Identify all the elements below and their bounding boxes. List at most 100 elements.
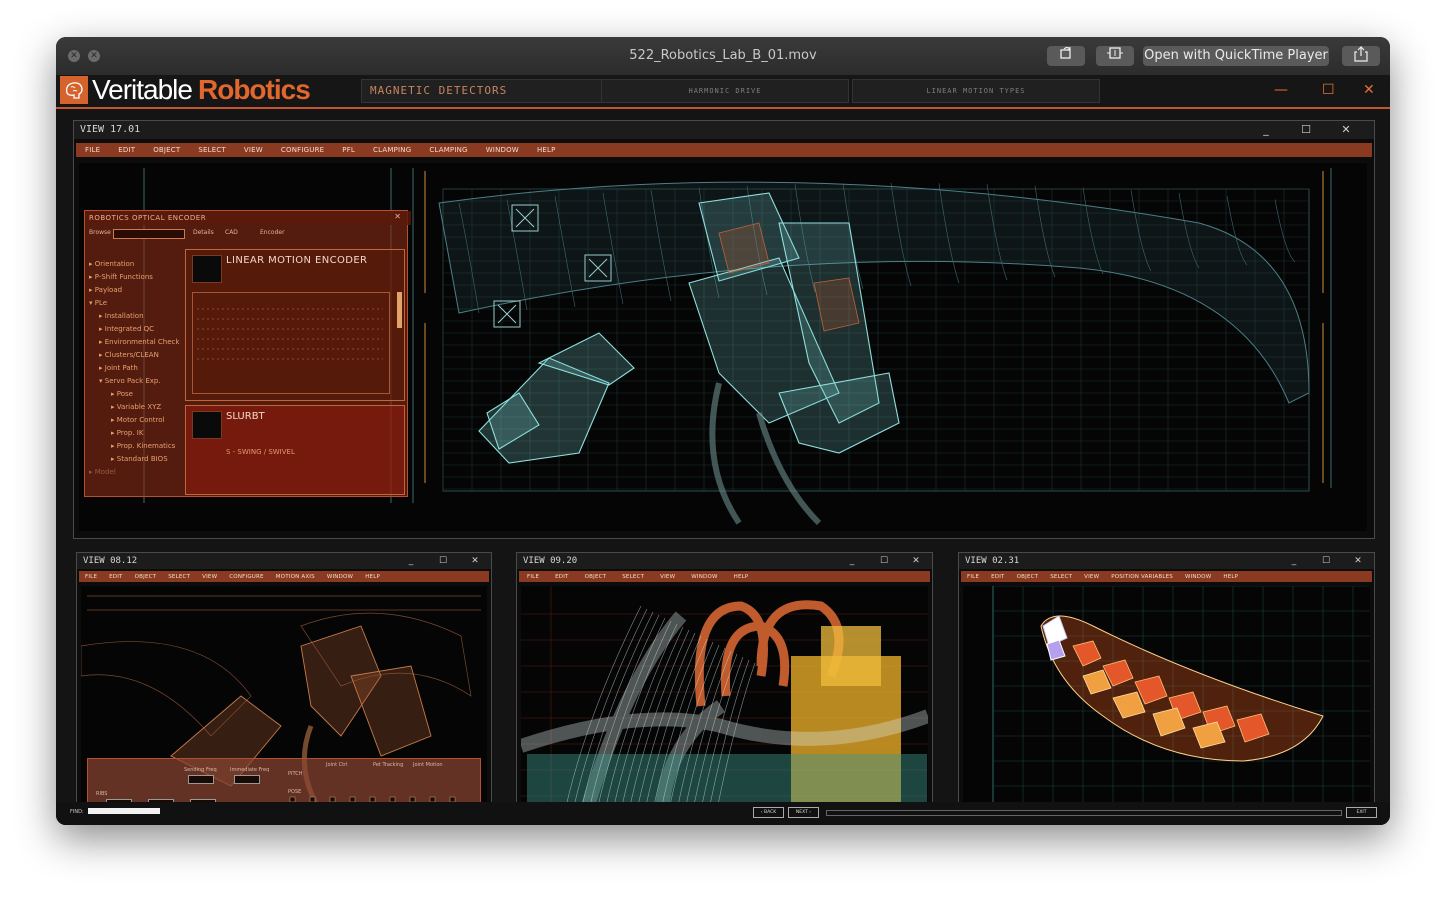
tab-harmonic-drive[interactable]: HARMONIC DRIVE [601,79,849,103]
maximize-icon[interactable]: ☐ [1310,553,1342,569]
menu-object[interactable]: OBJECT [144,146,189,154]
minimize-icon[interactable]: _ [1278,553,1310,569]
view-b-controls: _ ☐ ✕ [836,553,932,569]
menu-edit[interactable]: EDIT [109,146,144,154]
card-thumbnail [192,255,222,283]
menu-window[interactable]: WINDOW [321,574,359,580]
view-c-viewport[interactable] [963,586,1370,825]
main-viewport[interactable]: ROBOTICS OPTICAL ENCODER ✕ Browse Detail… [79,163,1367,531]
menu-view[interactable]: VIEW [235,146,272,154]
menu-select[interactable]: SELECT [189,146,235,154]
menu-configure[interactable]: CONFIGURE [272,146,333,154]
tree-clusters[interactable]: ▸ Clusters/CLEAN [99,351,159,359]
tab-encoder[interactable]: Encoder [260,229,285,236]
share-icon[interactable] [1342,46,1380,66]
menu-select[interactable]: SELECT [614,574,652,580]
app-close-icon[interactable]: ✕ [1363,83,1375,97]
minimize-icon[interactable]: _ [395,553,427,569]
menu-window[interactable]: WINDOW [1179,574,1217,580]
menu-help[interactable]: HELP [1217,574,1244,580]
menu-object[interactable]: OBJECT [577,574,615,580]
tree-variable-xyz[interactable]: ▸ Variable XYZ [111,403,161,411]
tab-details[interactable]: Details [193,229,214,236]
maximize-icon[interactable]: ☐ [868,553,900,569]
tab-cad[interactable]: CAD [225,229,238,236]
menu-window[interactable]: WINDOW [683,574,725,580]
tree-prop-ik[interactable]: ▸ Prop. IK [111,429,143,437]
encoder-close-icon[interactable]: ✕ [394,212,401,221]
menu-view[interactable]: VIEW [652,574,683,580]
next-button[interactable]: NEXT › [788,807,819,818]
tree-label: PLe [94,299,108,307]
browse-input[interactable] [113,229,185,239]
menu-configure[interactable]: CONFIGURE [223,574,269,580]
immediate-freq-input[interactable] [234,775,260,784]
menu-view[interactable]: VIEW [196,574,223,580]
menu-pfl[interactable]: PFL [333,146,364,154]
view-b-viewport[interactable] [521,586,928,825]
menu-position-variables[interactable]: POSITION VARIABLES [1105,574,1179,580]
label-pet-tracking: Pet Tracking [373,762,404,768]
tree-ple[interactable]: ▾ PLe [89,299,107,307]
menu-select[interactable]: SELECT [162,574,196,580]
tab-magnetic-detectors[interactable]: MAGNETIC DETECTORS [361,79,605,103]
rotate-icon[interactable] [1047,46,1085,66]
menu-select[interactable]: SELECT [1044,574,1078,580]
trim-icon[interactable] [1096,46,1134,66]
tree-prop-kinematics[interactable]: ▸ Prop. Kinematics [111,442,175,450]
tube-mesh-line [1274,199,1296,263]
menu-clamping[interactable]: CLAMPING [364,146,420,154]
menu-file[interactable]: FILE [961,574,985,580]
menu-file[interactable]: FILE [79,574,103,580]
minimize-icon[interactable]: _ [836,553,868,569]
tree-motor-control[interactable]: ▸ Motor Control [111,416,165,424]
find-input[interactable] [88,808,160,814]
close-icon[interactable]: ✕ [900,553,932,569]
view-a-viewport[interactable]: Sending Freq Immediate Freq Joint Ctrl P… [81,586,487,825]
menu-edit[interactable]: EDIT [547,574,577,580]
back-button[interactable]: ‹ BACK [753,807,784,818]
timeline-bar[interactable] [826,810,1342,816]
tree-servo-pack[interactable]: ▾ Servo Pack Exp. [99,377,161,385]
menu-clamping-2[interactable]: CLAMPING [420,146,476,154]
brand-word-1: Veritable [92,74,193,105]
tree-pshift[interactable]: ▸ P-Shift Functions [89,273,153,281]
tree-payload[interactable]: ▸ Payload [89,286,122,294]
close-icon[interactable]: ✕ [1326,121,1366,139]
menu-help[interactable]: HELP [359,574,386,580]
tree-model[interactable]: ▸ Model [89,468,116,476]
tree-orientation[interactable]: ▸ Orientation [89,260,134,268]
tree-standard-bios[interactable]: ▸ Standard BIOS [111,455,168,463]
close-icon[interactable]: ✕ [1342,553,1374,569]
open-quicktime-button[interactable]: Open with QuickTime Player [1143,46,1329,66]
menu-object[interactable]: OBJECT [129,574,163,580]
tree-installation[interactable]: ▸ Installation [99,312,144,320]
menu-view[interactable]: VIEW [1078,574,1105,580]
menu-file[interactable]: FILE [76,146,109,154]
view-c-wireframe [992,586,1370,821]
app-minimize-icon[interactable]: — [1274,83,1288,97]
menu-help[interactable]: HELP [726,574,757,580]
tree-joint-path[interactable]: ▸ Joint Path [99,364,138,372]
tree-integrated-qc[interactable]: ▸ Integrated QC [99,325,154,333]
menu-object[interactable]: OBJECT [1011,574,1045,580]
menu-file[interactable]: FILE [519,574,547,580]
tab-linear-motion[interactable]: LINEAR MOTION TYPES [852,79,1100,103]
minimize-icon[interactable]: _ [1246,121,1286,139]
maximize-icon[interactable]: ☐ [1286,121,1326,139]
menu-motion-axis[interactable]: MOTION AXIS [270,574,321,580]
app-maximize-icon[interactable]: ☐ [1322,83,1335,97]
exit-footer-button[interactable]: EXIT [1346,807,1377,818]
tree-environmental[interactable]: ▸ Environmental Check [99,338,179,346]
tree-pose[interactable]: ▸ Pose [111,390,133,398]
menu-help[interactable]: HELP [528,146,565,154]
menu-edit[interactable]: EDIT [103,574,129,580]
brain-logo-icon [60,76,88,104]
close-icon[interactable]: ✕ [459,553,491,569]
menu-window[interactable]: WINDOW [477,146,528,154]
table-scrollbar[interactable] [397,292,402,328]
maximize-icon[interactable]: ☐ [427,553,459,569]
sending-freq-input[interactable] [188,775,214,784]
main-view-title: VIEW 17.01 [74,121,1374,139]
menu-edit[interactable]: EDIT [985,574,1011,580]
